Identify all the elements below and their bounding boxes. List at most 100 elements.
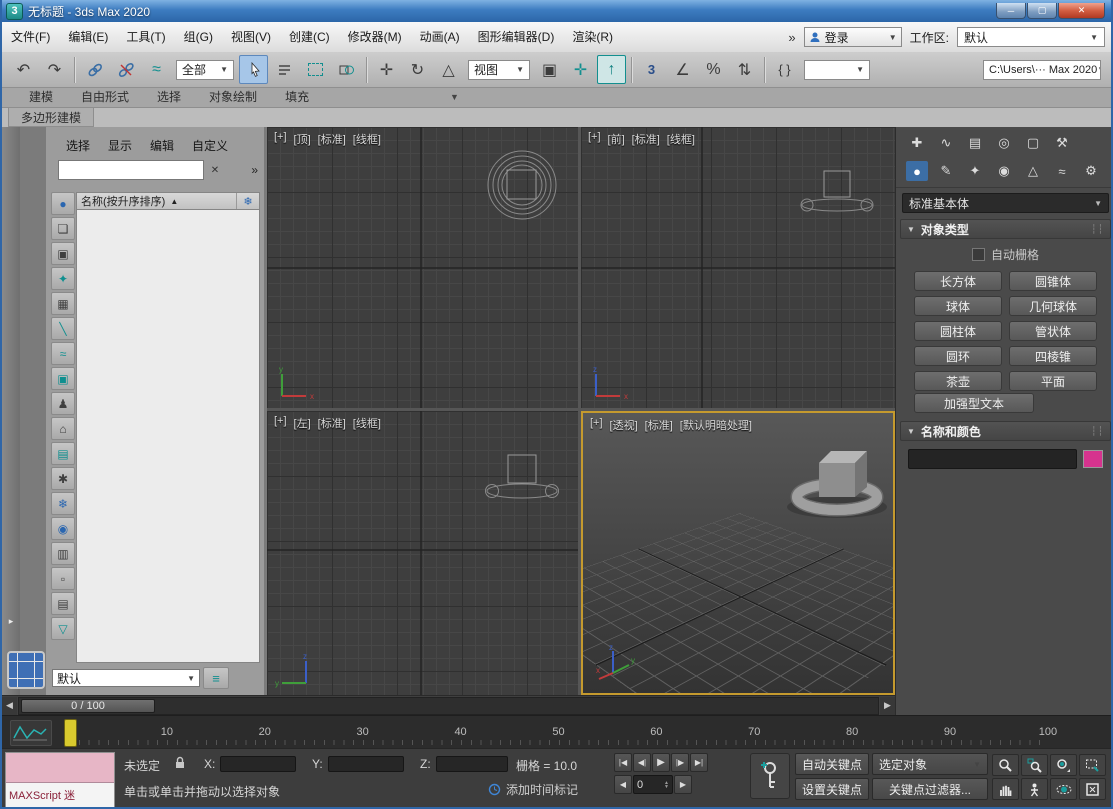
select-and-manipulate-button[interactable]: ✛: [566, 55, 595, 84]
x-coordinate-field[interactable]: [220, 756, 296, 772]
group-menu[interactable]: 组(G): [175, 23, 222, 52]
object-button-textplus[interactable]: 加强型文本: [914, 393, 1034, 413]
explorer-object-list[interactable]: [76, 210, 260, 663]
viewport-label-segment[interactable]: [线框]: [353, 415, 381, 431]
edit-menu[interactable]: 编辑(E): [59, 23, 117, 52]
go-to-end-button[interactable]: ▶|: [690, 753, 708, 772]
object-button-tube[interactable]: 管状体: [1009, 321, 1097, 341]
viewport-label-segment[interactable]: [左]: [294, 415, 311, 431]
frame-forward-button[interactable]: ▶: [674, 775, 692, 794]
viewport-label-segment[interactable]: [+]: [274, 131, 287, 147]
workspace-dropdown[interactable]: 默认 ▼: [957, 27, 1105, 47]
select-and-rotate-button[interactable]: ↻: [403, 55, 432, 84]
add-time-tag[interactable]: 添加时间标记: [488, 781, 578, 798]
pan-button[interactable]: [992, 778, 1019, 800]
viewport-label-segment[interactable]: [默认明暗处理]: [680, 417, 752, 433]
object-button-torus[interactable]: 圆环: [914, 346, 1002, 366]
angle-snap-toggle[interactable]: ∠: [668, 55, 697, 84]
viewport-label-segment[interactable]: [+]: [590, 417, 603, 433]
select-object-button[interactable]: [239, 55, 268, 84]
display-children-icon[interactable]: ❏: [51, 217, 75, 240]
previous-frame-arrow[interactable]: ◀: [2, 697, 17, 715]
bind-to-space-warp-button[interactable]: ≈: [142, 55, 171, 84]
viewport-label-segment[interactable]: [前]: [608, 131, 625, 147]
graph-editors-menu[interactable]: 图形编辑器(D): [469, 23, 564, 52]
object-type-rollout-header[interactable]: ▼ 对象类型 ┆┆: [900, 219, 1111, 239]
menu-overflow-icon[interactable]: »: [788, 30, 795, 45]
spinner-snap-toggle[interactable]: ⇅: [730, 55, 759, 84]
reference-coordinate-dropdown[interactable]: 视图 ▼: [468, 60, 530, 80]
edit-named-selection-sets-button[interactable]: { }: [770, 55, 799, 84]
y-coordinate-field[interactable]: [328, 756, 404, 772]
next-frame-button[interactable]: |▶: [671, 753, 689, 772]
display-spacewarps-icon[interactable]: ≈: [51, 342, 75, 365]
display-helpers-icon[interactable]: ▣: [51, 367, 75, 390]
display-shapes-icon[interactable]: ╲: [51, 317, 75, 340]
set-keys-button[interactable]: [750, 753, 790, 799]
frame-back-button[interactable]: ◀: [614, 775, 632, 794]
viewport-layout-tab-bar[interactable]: ▸: [2, 127, 20, 695]
layer-manager-button[interactable]: ≡: [203, 667, 229, 689]
display-xrefs-icon[interactable]: ✱: [51, 467, 75, 490]
column-options-icon[interactable]: ▤: [51, 592, 75, 615]
current-time-marker[interactable]: [64, 719, 77, 747]
viewport-label-segment[interactable]: [标准]: [318, 415, 346, 431]
viewport-label-segment[interactable]: [透视]: [610, 417, 638, 433]
viewport-layout-grid-button[interactable]: [7, 651, 45, 689]
listener-pane[interactable]: MAXScript 迷: [6, 783, 114, 807]
display-groups-icon[interactable]: ▤: [51, 442, 75, 465]
ribbon-tab-modeling[interactable]: 建模: [16, 86, 66, 107]
selection-lock-icon[interactable]: [174, 756, 186, 770]
viewport-label-segment[interactable]: [线框]: [353, 131, 381, 147]
frozen-column-header[interactable]: ❄: [237, 195, 259, 208]
views-menu[interactable]: 视图(V): [222, 23, 280, 52]
walk-through-button[interactable]: [1021, 778, 1048, 800]
redo-button[interactable]: ↷: [40, 55, 69, 84]
object-button-teapot[interactable]: 茶壶: [914, 371, 1002, 391]
maxscript-mini-listener[interactable]: MAXScript 迷: [5, 752, 115, 807]
current-frame-field[interactable]: 0 ▲▼: [633, 775, 673, 794]
select-and-move-button[interactable]: ✛: [372, 55, 401, 84]
sync-selection-icon[interactable]: ◉: [51, 517, 75, 540]
animation-menu[interactable]: 动画(A): [411, 23, 469, 52]
explorer-overflow-icon[interactable]: »: [251, 163, 260, 177]
viewport-label-segment[interactable]: [标准]: [632, 131, 660, 147]
zoom-all-button[interactable]: [1021, 754, 1048, 776]
object-button-pyramid[interactable]: 四棱锥: [1009, 346, 1097, 366]
name-column-header[interactable]: 名称(按升序排序) ▲: [77, 193, 237, 209]
next-frame-arrow[interactable]: ▶: [880, 697, 895, 715]
object-color-swatch[interactable]: [1083, 450, 1103, 468]
object-button-sphere[interactable]: 球体: [914, 296, 1002, 316]
select-and-link-button[interactable]: [80, 55, 109, 84]
object-button-box[interactable]: 长方体: [914, 271, 1002, 291]
display-containers-icon[interactable]: ⌂: [51, 417, 75, 440]
object-name-input[interactable]: [908, 449, 1077, 469]
ribbon-tab-object-paint[interactable]: 对象绘制: [196, 86, 270, 107]
clear-search-icon[interactable]: ✕: [207, 162, 223, 178]
object-button-plane[interactable]: 平面: [1009, 371, 1097, 391]
ribbon-tab-populate[interactable]: 填充: [272, 86, 322, 107]
ribbon-tab-selection[interactable]: 选择: [144, 86, 194, 107]
display-bones-icon[interactable]: ♟: [51, 392, 75, 415]
ribbon-tab-freeform[interactable]: 自由形式: [68, 86, 142, 107]
create-menu[interactable]: 创建(C): [280, 23, 339, 52]
display-materials-icon[interactable]: ▫: [51, 567, 75, 590]
maximize-viewport-toggle[interactable]: [1079, 778, 1106, 800]
project-path-dropdown[interactable]: C:\Users\··· Max 2020 ▼: [983, 60, 1101, 80]
explorer-display-menu[interactable]: 显示: [100, 135, 140, 156]
snaps-toggle-button[interactable]: 3: [637, 55, 666, 84]
play-button[interactable]: ▶: [652, 753, 670, 772]
display-geometry-icon[interactable]: ▣: [51, 242, 75, 265]
file-menu[interactable]: 文件(F): [2, 23, 59, 52]
undo-button[interactable]: ↶: [9, 55, 38, 84]
auto-key-button[interactable]: 自动关键点: [795, 753, 869, 775]
display-frozen-icon[interactable]: ❄: [51, 492, 75, 515]
polygon-modeling-panel[interactable]: 多边形建模: [8, 108, 94, 127]
title-bar[interactable]: 3 无标题 - 3ds Max 2020 ─ ▢ ✕: [2, 0, 1111, 22]
time-slider-track[interactable]: 0 / 100: [18, 697, 879, 715]
object-button-geosphere[interactable]: 几何球体: [1009, 296, 1097, 316]
key-selection-dropdown[interactable]: 选定对象 ▼: [872, 753, 988, 775]
create-tab[interactable]: ✚: [906, 133, 928, 153]
active-layer-dropdown[interactable]: 默认 ▼: [52, 669, 200, 687]
filter-icon[interactable]: ▽: [51, 617, 75, 640]
